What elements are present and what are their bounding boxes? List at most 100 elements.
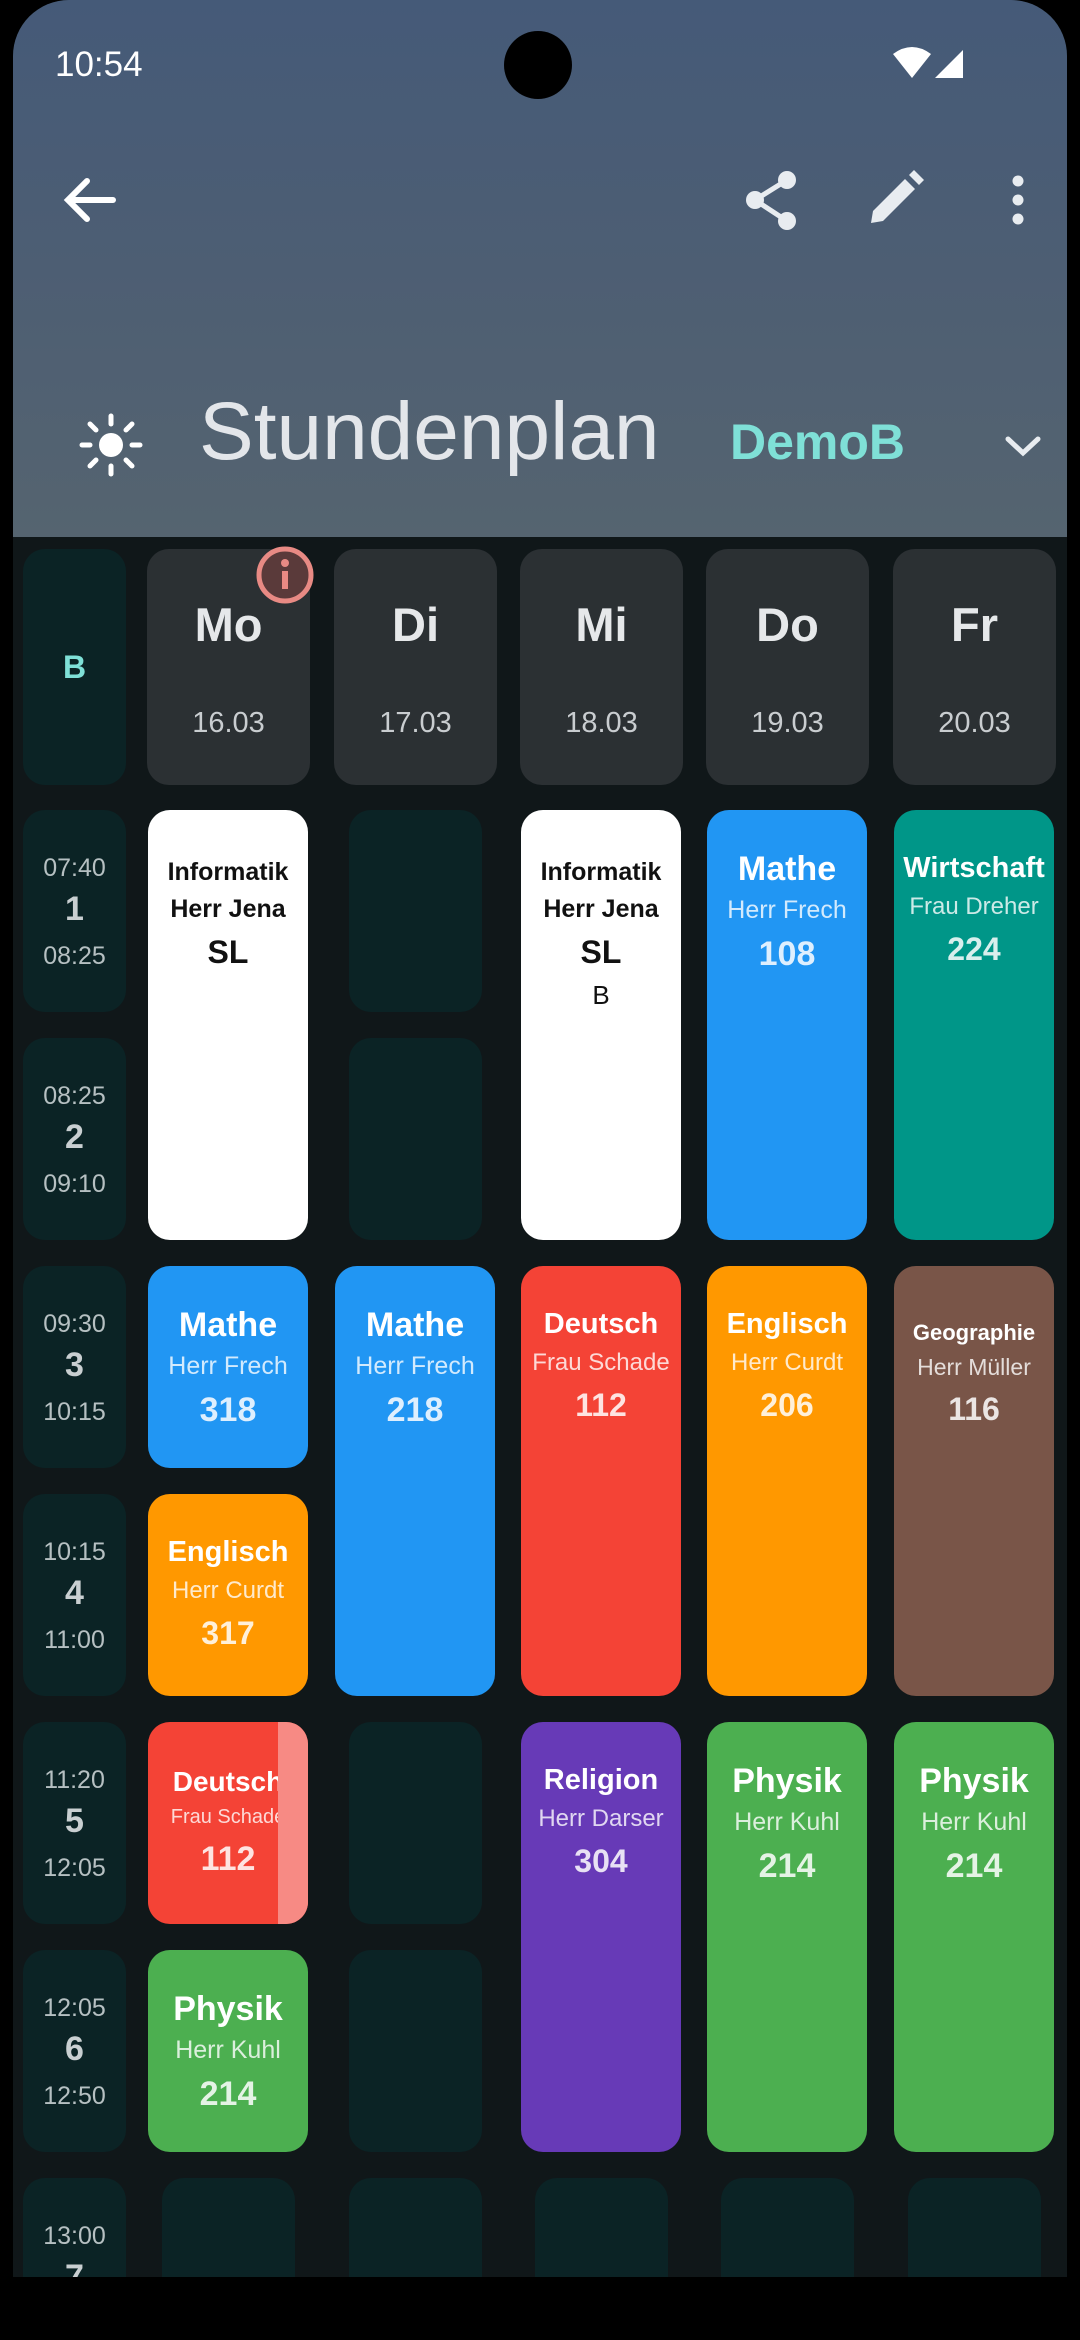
lesson-subject: Physik xyxy=(919,1762,1029,1800)
empty-slot[interactable] xyxy=(349,2178,482,2277)
lesson-teacher: Herr Kuhl xyxy=(921,1808,1027,1836)
screen: 10:54 Stundenplan DemoB B Mo 16.03 Di 17… xyxy=(13,0,1067,2277)
lesson-teacher: Herr Kuhl xyxy=(734,1808,840,1836)
empty-slot[interactable] xyxy=(162,2178,295,2277)
week-label-cell[interactable]: B xyxy=(23,549,126,785)
period-number: 3 xyxy=(65,1346,84,1384)
lesson-card[interactable]: Mathe Herr Frech 218 xyxy=(335,1266,495,1696)
camera-cutout xyxy=(504,31,572,99)
lesson-card[interactable]: Wirtschaft Frau Dreher 224 xyxy=(894,810,1054,1240)
period-end: 10:15 xyxy=(43,1398,106,1426)
lesson-card[interactable]: Deutsch Frau Schade 112 xyxy=(148,1722,308,1924)
lesson-card[interactable]: Geographie Herr Müller 116 xyxy=(894,1266,1054,1696)
day-header-di[interactable]: Di 17.03 xyxy=(334,549,497,785)
period-cell[interactable]: 07:40 1 08:25 xyxy=(23,810,126,1012)
day-header-mi[interactable]: Mi 18.03 xyxy=(520,549,683,785)
period-cell[interactable]: 09:30 3 10:15 xyxy=(23,1266,126,1468)
day-name: Mo xyxy=(194,598,263,651)
period-number: 4 xyxy=(65,1574,84,1612)
status-time: 10:54 xyxy=(55,45,143,84)
app-bar: 10:54 Stundenplan DemoB xyxy=(13,0,1067,537)
period-number: 1 xyxy=(65,890,84,928)
substitution-marker xyxy=(278,1722,308,1924)
lesson-card[interactable]: Physik Herr Kuhl 214 xyxy=(894,1722,1054,2152)
day-name: Do xyxy=(756,598,819,651)
lesson-teacher: Herr Kuhl xyxy=(175,2036,281,2064)
lesson-subject: Englisch xyxy=(167,1536,289,1568)
day-date: 16.03 xyxy=(192,707,265,739)
info-icon[interactable] xyxy=(255,545,315,605)
lesson-teacher: Herr Jena xyxy=(543,895,659,923)
period-cell[interactable]: 08:25 2 09:10 xyxy=(23,1038,126,1240)
arrow-left-icon xyxy=(63,178,116,222)
class-dropdown-button[interactable] xyxy=(988,411,1058,481)
lesson-room: SL xyxy=(580,934,622,970)
lesson-card[interactable]: Englisch Herr Curdt 206 xyxy=(707,1266,867,1696)
empty-slot[interactable] xyxy=(349,810,482,1012)
period-cell[interactable]: 13:00 7 xyxy=(23,2178,126,2277)
lesson-room: 214 xyxy=(199,2075,257,2113)
more-menu-button[interactable] xyxy=(983,165,1053,235)
day-header-fr[interactable]: Fr 20.03 xyxy=(893,549,1056,785)
lesson-subject: Informatik xyxy=(540,858,662,886)
period-cell[interactable]: 12:05 6 12:50 xyxy=(23,1950,126,2152)
period-end: 12:05 xyxy=(43,1854,106,1882)
lesson-card[interactable]: Physik Herr Kuhl 214 xyxy=(707,1722,867,2152)
week-label: B xyxy=(62,649,87,685)
day-header-do[interactable]: Do 19.03 xyxy=(706,549,869,785)
lesson-teacher: Herr Darser xyxy=(538,1805,664,1832)
lesson-card[interactable]: Informatik Herr Jena SL B xyxy=(521,810,681,1240)
period-number: 5 xyxy=(65,1802,84,1840)
lesson-subject: Geographie xyxy=(912,1320,1036,1345)
class-selector[interactable]: DemoB xyxy=(730,413,905,471)
lesson-subject: Informatik xyxy=(167,858,289,886)
empty-slot[interactable] xyxy=(349,1038,482,1240)
period-end: 09:10 xyxy=(43,1170,106,1198)
period-cell[interactable]: 11:20 5 12:05 xyxy=(23,1722,126,1924)
theme-toggle-button[interactable] xyxy=(76,410,146,480)
empty-slot[interactable] xyxy=(721,2178,854,2277)
lesson-teacher: Herr Curdt xyxy=(171,1577,285,1604)
lesson-room: 214 xyxy=(758,1847,816,1885)
lesson-card[interactable]: Mathe Herr Frech 108 xyxy=(707,810,867,1240)
share-button[interactable] xyxy=(736,165,806,235)
lesson-card[interactable]: Mathe Herr Frech 318 xyxy=(148,1266,308,1468)
empty-slot[interactable] xyxy=(349,1950,482,2152)
lesson-card[interactable]: Informatik Herr Jena SL xyxy=(148,810,308,1240)
empty-slot[interactable] xyxy=(349,1722,482,1924)
lesson-room: 317 xyxy=(201,1615,255,1651)
period-end: 11:00 xyxy=(44,1626,105,1654)
lesson-room: 304 xyxy=(574,1843,628,1879)
sun-icon xyxy=(79,413,143,477)
lesson-card[interactable]: Physik Herr Kuhl 214 xyxy=(148,1950,308,2152)
day-name: Fr xyxy=(951,598,998,651)
period-start: 10:15 xyxy=(43,1538,106,1566)
lesson-subject: Physik xyxy=(173,1990,283,2028)
chevron-down-icon xyxy=(1005,436,1041,457)
lesson-room: 116 xyxy=(948,1391,1000,1427)
lesson-room: 318 xyxy=(199,1391,257,1429)
edit-button[interactable] xyxy=(859,165,929,235)
period-start: 13:00 xyxy=(43,2222,106,2250)
period-start: 09:30 xyxy=(43,1310,106,1338)
lesson-card[interactable]: Deutsch Frau Schade 112 xyxy=(521,1266,681,1696)
period-start: 07:40 xyxy=(43,854,106,882)
lesson-subject: Deutsch xyxy=(543,1308,659,1340)
lesson-subject: Mathe xyxy=(737,850,837,888)
empty-slot[interactable] xyxy=(535,2178,668,2277)
empty-slot[interactable] xyxy=(908,2178,1041,2277)
lesson-card[interactable]: Religion Herr Darser 304 xyxy=(521,1722,681,2152)
back-button[interactable] xyxy=(55,165,125,235)
page-title: Stundenplan xyxy=(199,386,660,477)
period-number: 6 xyxy=(65,2030,84,2068)
period-cell[interactable]: 10:15 4 11:00 xyxy=(23,1494,126,1696)
lesson-teacher: Herr Müller xyxy=(917,1354,1031,1380)
status-icons xyxy=(891,46,967,87)
lesson-room: 214 xyxy=(945,1847,1003,1885)
pencil-icon xyxy=(871,170,924,223)
lesson-card[interactable]: Englisch Herr Curdt 317 xyxy=(148,1494,308,1696)
day-name: Mi xyxy=(575,598,628,651)
period-number: 2 xyxy=(65,1118,84,1156)
lesson-teacher: Frau Schade xyxy=(532,1349,670,1376)
lesson-subject: Wirtschaft xyxy=(903,852,1045,884)
